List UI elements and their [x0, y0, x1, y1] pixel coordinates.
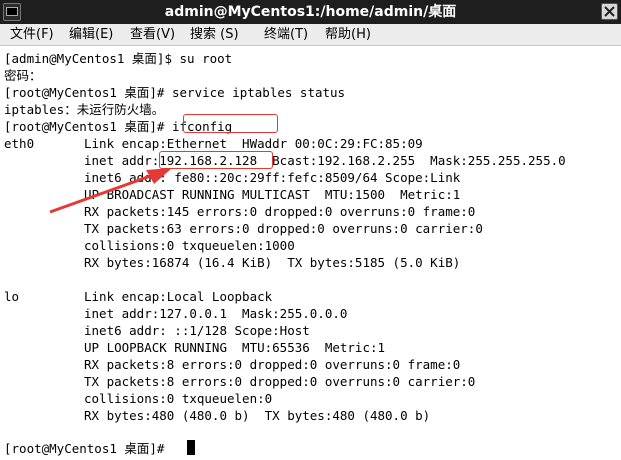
lo-line: Link encap:Local Loopback [84, 289, 273, 304]
lo-line: RX packets:8 errors:0 dropped:0 overruns… [84, 357, 461, 372]
interface-name-eth0: eth0 [4, 136, 35, 151]
terminal-prompt: [root@MyCentos1 桌面]# [4, 441, 172, 456]
eth0-line: RX packets:145 errors:0 dropped:0 overru… [84, 204, 476, 219]
window-title: admin@MyCentos1:/home/admin/桌面 [164, 4, 457, 20]
eth0-line: inet6 addr: fe80::20c:29ff:fefc:8509/64 … [84, 170, 461, 185]
lo-line: collisions:0 txqueuelen:0 [84, 391, 273, 406]
interface-name-lo: lo [4, 289, 20, 304]
eth0-line: inet addr:192.168.2.128 Bcast:192.168.2.… [84, 153, 566, 168]
terminal-area[interactable]: [admin@MyCentos1 桌面]$ su root 密码： [root@… [0, 46, 621, 460]
eth0-line: RX bytes:16874 (16.4 KiB) TX bytes:5185 … [84, 255, 461, 270]
eth0-line: collisions:0 txqueuelen:1000 [84, 238, 295, 253]
close-button[interactable] [601, 3, 618, 20]
terminal-line-su: [admin@MyCentos1 桌面]$ su root [4, 51, 233, 66]
lo-line: inet6 addr: ::1/128 Scope:Host [84, 323, 310, 338]
terminal-line-service: [root@MyCentos1 桌面]# service iptables st… [4, 85, 346, 100]
eth0-line: Link encap:Ethernet HWaddr 00:0C:29:FC:8… [84, 136, 423, 151]
menu-help[interactable]: 帮助(H) [325, 26, 371, 43]
ifconfig-highlight-box [183, 114, 278, 133]
terminal-line-iptables: iptables：未运行防火墙。 [4, 102, 165, 117]
menu-file[interactable]: 文件(F) [10, 26, 54, 43]
eth0-line: UP BROADCAST RUNNING MULTICAST MTU:1500 … [84, 187, 461, 202]
menu-view[interactable]: 查看(V) [130, 26, 175, 43]
ip-address-highlight-box [159, 151, 273, 169]
close-icon [604, 6, 615, 17]
text-cursor [187, 440, 195, 455]
title-bar: admin@MyCentos1:/home/admin/桌面 [0, 0, 621, 25]
lo-line: RX bytes:480 (480.0 b) TX bytes:480 (480… [84, 408, 431, 423]
eth0-line: TX packets:63 errors:0 dropped:0 overrun… [84, 221, 483, 236]
menu-terminal[interactable]: 终端(T) [264, 26, 308, 43]
menu-edit[interactable]: 编辑(E) [69, 26, 113, 43]
lo-line: TX packets:8 errors:0 dropped:0 overruns… [84, 374, 476, 389]
menu-search[interactable]: 搜索 (S) [190, 26, 239, 43]
menu-bar: 文件(F) 编辑(E) 查看(V) 搜索 (S) 终端(T) 帮助(H) [0, 24, 621, 46]
lo-line: inet addr:127.0.0.1 Mask:255.0.0.0 [84, 306, 348, 321]
lo-line: UP LOOPBACK RUNNING MTU:65536 Metric:1 [84, 340, 386, 355]
terminal-line-password: 密码： [4, 68, 42, 83]
